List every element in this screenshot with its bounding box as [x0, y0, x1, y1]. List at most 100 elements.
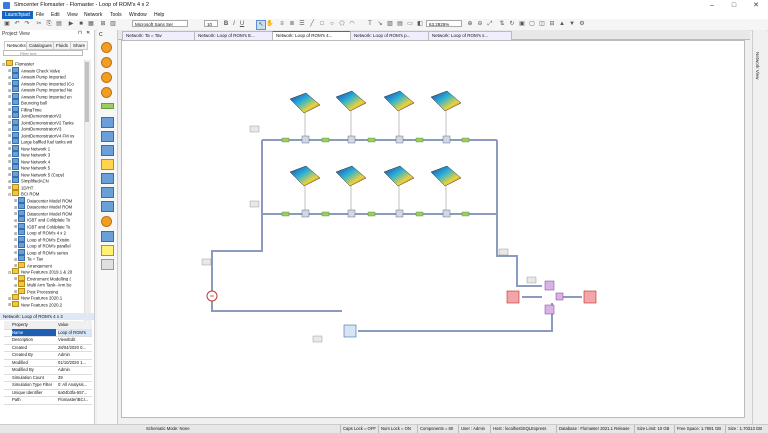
text-icon[interactable]: T [366, 20, 374, 28]
valve-icon[interactable] [101, 159, 114, 170]
align-left-icon[interactable]: ≡ [278, 20, 286, 28]
bold-icon[interactable]: B [222, 20, 230, 28]
pin-icon[interactable]: ⊓ [78, 30, 82, 36]
rom-unit[interactable] [383, 165, 415, 187]
copy-icon[interactable]: ⎘ [45, 20, 53, 28]
cut-icon[interactable]: ✂ [35, 20, 43, 28]
menu-help[interactable]: Help [151, 11, 167, 19]
schematic-canvas[interactable] [121, 40, 745, 418]
rom-unit[interactable] [430, 90, 462, 112]
menu-window[interactable]: Window [126, 11, 150, 19]
rom-component-icon[interactable] [101, 187, 114, 198]
property-row[interactable]: Path Flomaster\BCI... [4, 396, 92, 405]
color-icon[interactable]: ◧ [416, 20, 424, 28]
polygon-icon[interactable]: ⬠ [338, 20, 346, 28]
menu-launchpad[interactable]: Launchpad [2, 11, 33, 19]
paste-icon[interactable]: ▤ [55, 20, 63, 28]
underline-icon[interactable]: U [238, 20, 246, 28]
border-icon[interactable]: ▭ [406, 20, 414, 28]
tab-share[interactable]: Share [70, 41, 89, 50]
undo-icon[interactable]: ↶ [13, 20, 21, 28]
grid-icon[interactable]: ⊞ [99, 20, 107, 28]
italic-icon[interactable]: I [230, 20, 238, 28]
rectangle-icon[interactable]: □ [318, 20, 326, 28]
property-value[interactable]: 01/10/2020 1... [58, 359, 92, 367]
valve[interactable] [544, 280, 555, 291]
layer-icon[interactable]: ◫ [538, 20, 546, 28]
font-family-select[interactable]: Microsoft Sans Ser [132, 20, 188, 27]
property-value[interactable]: Flomaster\BCI... [58, 396, 92, 404]
rom-unit[interactable] [383, 90, 415, 112]
menu-edit[interactable]: Edit [48, 11, 63, 19]
rom-unit[interactable] [335, 165, 367, 187]
line-icon[interactable]: ╱ [308, 20, 316, 28]
filter-input[interactable]: Filter text [3, 50, 83, 56]
redo-icon[interactable]: ↷ [23, 20, 31, 28]
property-value[interactable]: 0: All Analysis... [58, 381, 92, 389]
rom-component-icon[interactable] [101, 131, 114, 142]
filter-icon[interactable]: ⊟ [548, 20, 556, 28]
boundary-source[interactable] [506, 290, 520, 304]
pump[interactable] [206, 290, 218, 302]
property-value[interactable]: Admin [58, 351, 92, 359]
table-icon[interactable] [101, 259, 114, 270]
pointer-icon[interactable]: ↖ [256, 20, 266, 30]
palette-close-icon[interactable]: C [99, 32, 103, 38]
rom-unit[interactable] [430, 165, 462, 187]
pump-icon[interactable] [101, 72, 112, 83]
boundary-sink[interactable] [583, 290, 597, 304]
plot-icon[interactable]: ▥ [109, 20, 117, 28]
property-value[interactable]: 28/04/2020 0... [58, 344, 92, 352]
bring-front-icon[interactable]: ▲ [558, 20, 566, 28]
network-view-tab[interactable]: Network View [755, 52, 760, 79]
rom-component-icon[interactable] [101, 117, 114, 128]
rom-component-icon[interactable] [101, 173, 114, 184]
zoom-select[interactable]: 63.2825% [426, 20, 462, 27]
zoom-in-icon[interactable]: ⊕ [466, 20, 474, 28]
panel-close-icon[interactable]: ✕ [86, 30, 90, 36]
save-icon[interactable]: ▣ [3, 20, 11, 28]
property-value[interactable]: 6a04b3fa-557... [58, 389, 92, 397]
zoom-fit-icon[interactable]: ⤢ [486, 20, 494, 28]
pipe[interactable] [211, 214, 342, 312]
results-icon[interactable]: ▦ [87, 20, 95, 28]
pump-icon[interactable] [101, 42, 112, 53]
maximize-icon[interactable]: □ [726, 1, 742, 10]
rom-unit[interactable] [289, 92, 321, 114]
property-value[interactable]: Loop of ROM's [58, 328, 92, 336]
tree-scroll-thumb[interactable] [85, 62, 89, 122]
pump-icon[interactable] [101, 87, 112, 98]
valve[interactable] [555, 292, 564, 301]
group-icon[interactable]: ▣ [518, 20, 526, 28]
zoom-out-icon[interactable]: ⊖ [476, 20, 484, 28]
pipe-icon[interactable] [101, 103, 114, 109]
rotate-icon[interactable]: ↻ [508, 20, 516, 28]
font-size-select[interactable]: 10 [204, 20, 218, 27]
note-icon[interactable] [101, 245, 114, 256]
ellipse-icon[interactable]: ○ [328, 20, 336, 28]
align-right-icon[interactable]: ☰ [298, 20, 306, 28]
tab-fluids[interactable]: Fluids [53, 41, 72, 50]
rom-component-icon[interactable] [101, 145, 114, 156]
fill-icon[interactable]: ▤ [396, 20, 404, 28]
property-value[interactable]: View/Edit [58, 336, 92, 344]
heat-exchanger[interactable] [343, 324, 357, 338]
pipe[interactable] [358, 303, 553, 332]
menu-file[interactable]: File [33, 11, 47, 19]
arc-icon[interactable]: ◠ [348, 20, 356, 28]
image-icon[interactable]: ▧ [386, 20, 394, 28]
minimize-icon[interactable]: – [704, 1, 720, 10]
pump-icon[interactable] [101, 57, 112, 68]
run-icon[interactable]: ▶ [67, 20, 75, 28]
rom-component-icon[interactable] [101, 201, 114, 212]
tree-node[interactable]: ⊞ New Features 2020.2 [8, 300, 84, 307]
ungroup-icon[interactable]: ▢ [528, 20, 536, 28]
menu-network[interactable]: Network [81, 11, 105, 19]
tab-catalogues[interactable]: Catalogues [26, 41, 55, 50]
flip-icon[interactable]: ⇅ [498, 20, 506, 28]
menu-view[interactable]: View [64, 11, 81, 19]
close-icon[interactable]: ✕ [748, 1, 764, 10]
rom-component-icon[interactable] [101, 231, 114, 242]
dash-icon[interactable]: ↘ [376, 20, 384, 28]
property-value[interactable]: 39 [58, 374, 92, 382]
